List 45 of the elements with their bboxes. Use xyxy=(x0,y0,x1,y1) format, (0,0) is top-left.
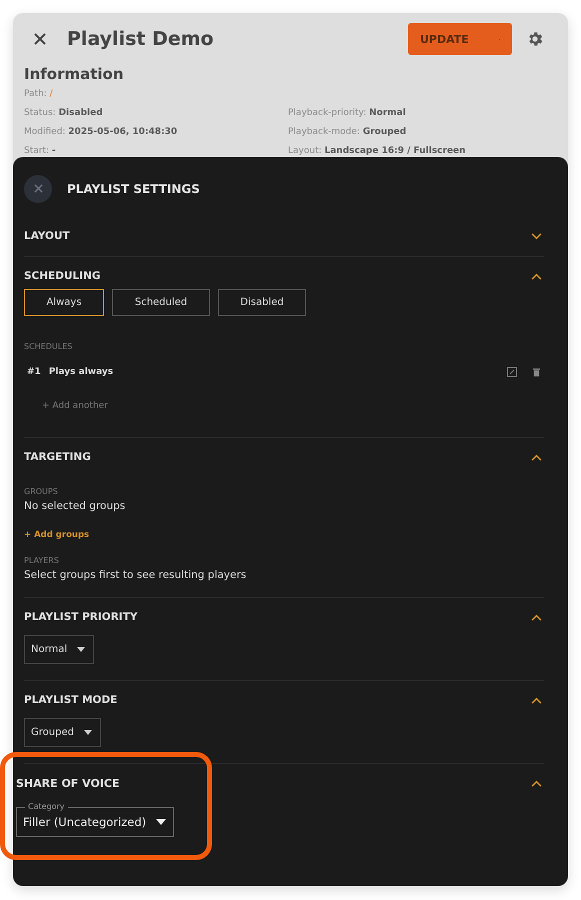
dropdown[interactable]: Grouped xyxy=(24,718,101,747)
page-title: Playlist Demo xyxy=(67,28,214,50)
section-title[interactable]: SCHEDULING xyxy=(24,270,100,282)
chevron-up-icon[interactable] xyxy=(531,696,542,704)
section-title[interactable]: PLAYLIST PRIORITY xyxy=(24,611,138,623)
info-field: Modified: 2025-05-06, 10:48:30 xyxy=(24,127,288,146)
panel-title: PLAYLIST SETTINGS xyxy=(67,182,200,196)
close-button[interactable] xyxy=(24,174,52,202)
info-field: Playback-priority: Normal xyxy=(288,108,558,127)
schedule-number: #1 xyxy=(27,367,41,377)
info-field: Layout: Landscape 16:9 / Fullscreen xyxy=(288,146,558,157)
field-label: Category xyxy=(25,801,68,813)
add-link[interactable]: + Add groups xyxy=(24,530,544,540)
field-label: SCHEDULES xyxy=(24,342,74,351)
dropdown[interactable]: Normal xyxy=(24,635,94,664)
chevron-up-icon[interactable] xyxy=(531,780,542,786)
caret-icon xyxy=(77,647,86,652)
field-label: GROUPS xyxy=(24,487,59,496)
mode-toggle[interactable]: Always xyxy=(24,289,104,316)
caret-icon xyxy=(84,730,92,735)
close-icon xyxy=(34,184,42,193)
chevron-up-icon[interactable] xyxy=(531,614,542,620)
info-field: Playback-mode: Grouped xyxy=(288,127,558,146)
section-title[interactable]: TARGETING xyxy=(24,451,91,463)
chevron-up-icon[interactable] xyxy=(531,454,542,460)
mode-toggle[interactable]: Scheduled xyxy=(112,289,210,316)
schedule-name: Plays always xyxy=(48,367,114,377)
close-icon[interactable] xyxy=(33,32,47,46)
section-heading: Information xyxy=(24,65,125,83)
mode-toggle[interactable]: Disabled xyxy=(218,289,306,316)
edit-icon[interactable] xyxy=(507,367,517,377)
players-text: Select groups first to see resulting players xyxy=(24,569,248,581)
delete-icon[interactable] xyxy=(533,367,540,377)
section-title[interactable]: LAYOUT xyxy=(24,230,70,242)
info-field: Path: / xyxy=(24,89,288,108)
add-link[interactable]: + Add another xyxy=(42,401,544,411)
info-field: Status: Disabled xyxy=(24,108,288,127)
field-label: PLAYERS xyxy=(24,556,60,565)
chevron-up-icon[interactable] xyxy=(531,272,542,280)
chevron-down-icon[interactable] xyxy=(531,232,542,240)
groups-text: No selected groups xyxy=(24,500,126,512)
section-title[interactable]: SHARE OF VOICE xyxy=(16,776,120,790)
caret-icon xyxy=(156,819,166,825)
info-field: Start: - xyxy=(24,146,288,157)
section-title[interactable]: PLAYLIST MODE xyxy=(24,694,118,706)
